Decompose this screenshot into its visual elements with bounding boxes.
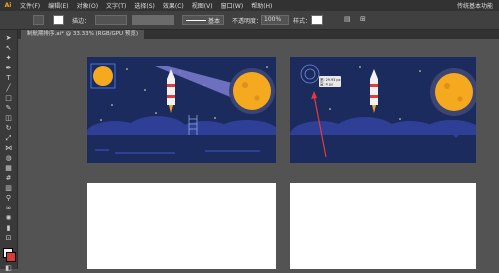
document-tab[interactable]: 制航期排序.ai* @ 33.33% (RGB/GPU 预览)	[21, 30, 144, 39]
stroke-swatch[interactable]	[53, 15, 64, 25]
rotate-tool-icon[interactable]: ↻	[4, 124, 13, 133]
menu-edit[interactable]: 编辑(E)	[44, 1, 72, 10]
width-tool-icon[interactable]: ⋈	[4, 144, 13, 153]
artboard-tool-icon[interactable]: ⊡	[4, 234, 13, 243]
artboard-3[interactable]	[87, 183, 276, 269]
menu-bar: Ai 文件(F) 编辑(E) 对象(O) 文字(T) 选择(S) 效果(C) 视…	[0, 0, 499, 11]
workspace-switcher[interactable]: 传统基本功能	[457, 1, 493, 10]
stroke-label: 描边：	[72, 18, 91, 25]
rectangle-tool-icon[interactable]: □	[4, 94, 13, 103]
eraser-tool-icon[interactable]: ◫	[4, 114, 13, 123]
symbol-sprayer-tool-icon[interactable]: ✺	[4, 214, 13, 223]
type-tool-icon[interactable]: T	[4, 74, 13, 83]
align-icon[interactable]: ▤	[344, 15, 353, 25]
transform-icon[interactable]: ⊞	[360, 15, 369, 25]
shape-builder-tool-icon[interactable]: ◍	[4, 154, 13, 163]
graph-tool-icon[interactable]: ▮	[4, 224, 13, 233]
artboard-4[interactable]	[290, 183, 476, 269]
menu-select[interactable]: 选择(S)	[130, 1, 159, 10]
menu-view[interactable]: 视图(V)	[188, 1, 217, 10]
control-bar: 描边： 基本 不透明度： 100% 样式： ▤ ⊞	[0, 11, 499, 30]
artboard-2[interactable]: 宽: 29.93 px 高: 4 px	[290, 57, 476, 163]
menu-object[interactable]: 对象(O)	[73, 1, 102, 10]
perspective-tool-icon[interactable]: ▦	[4, 164, 13, 173]
menu-window[interactable]: 窗口(W)	[217, 1, 248, 10]
document-tab-bar: 制航期排序.ai* @ 33.33% (RGB/GPU 预览)	[17, 30, 499, 39]
blend-tool-icon[interactable]: ∞	[4, 204, 13, 213]
artboard-1-illustration	[87, 63, 276, 163]
app-logo: Ai	[4, 2, 12, 9]
small-moon	[93, 66, 113, 86]
menu-effect[interactable]: 效果(C)	[159, 1, 188, 10]
opacity-value: 100%	[264, 16, 282, 23]
moon	[233, 72, 271, 110]
gradient-tool-icon[interactable]: ▥	[4, 184, 13, 193]
variable-width-profile[interactable]	[132, 15, 174, 25]
menu-type[interactable]: 文字(T)	[102, 1, 130, 10]
opacity-field[interactable]: 100%	[261, 15, 289, 25]
scale-tool-icon[interactable]: ⤢	[4, 134, 13, 143]
ground	[87, 135, 276, 163]
tooltip-width: 宽: 29.93 px	[320, 77, 341, 82]
paintbrush-tool-icon[interactable]: ✎	[4, 104, 13, 113]
direct-selection-tool-icon[interactable]: ↖	[4, 44, 13, 53]
line-tool-icon[interactable]: ╱	[4, 84, 13, 93]
style-label: 样式：	[293, 18, 312, 25]
magic-wand-icon[interactable]: ✦	[4, 54, 13, 63]
brush-definition-dropdown[interactable]: 基本	[182, 15, 224, 25]
selection-tool-icon[interactable]: ➤	[4, 34, 13, 43]
artboard-2-illustration: 宽: 29.93 px 高: 4 px	[290, 64, 476, 163]
artboard-1[interactable]	[87, 57, 276, 163]
ellipse-guide	[300, 64, 320, 84]
stroke-preview-line	[186, 20, 206, 21]
menu-help[interactable]: 帮助(H)	[247, 1, 276, 10]
eyedropper-tool-icon[interactable]: ⚲	[4, 194, 13, 203]
menu-file[interactable]: 文件(F)	[16, 1, 44, 10]
stroke-weight-field[interactable]	[95, 15, 127, 25]
stroke-color-swatch[interactable]	[6, 252, 16, 262]
mesh-tool-icon[interactable]: #	[4, 174, 13, 183]
tooltip-height: 高: 4 px	[320, 82, 333, 87]
fill-swatch[interactable]	[33, 15, 44, 25]
pen-tool-icon[interactable]: ✒	[4, 64, 13, 73]
graphic-style-swatch[interactable]	[311, 15, 323, 25]
opacity-label: 不透明度：	[232, 18, 263, 25]
stroke-style-label: 基本	[208, 18, 221, 25]
tools-panel: ➤ ↖ ✦ ✒ T ╱ □ ✎ ◫ ↻ ⤢ ⋈ ◍ ▦ # ▥ ⚲ ∞ ✺ ▮ …	[0, 30, 18, 272]
